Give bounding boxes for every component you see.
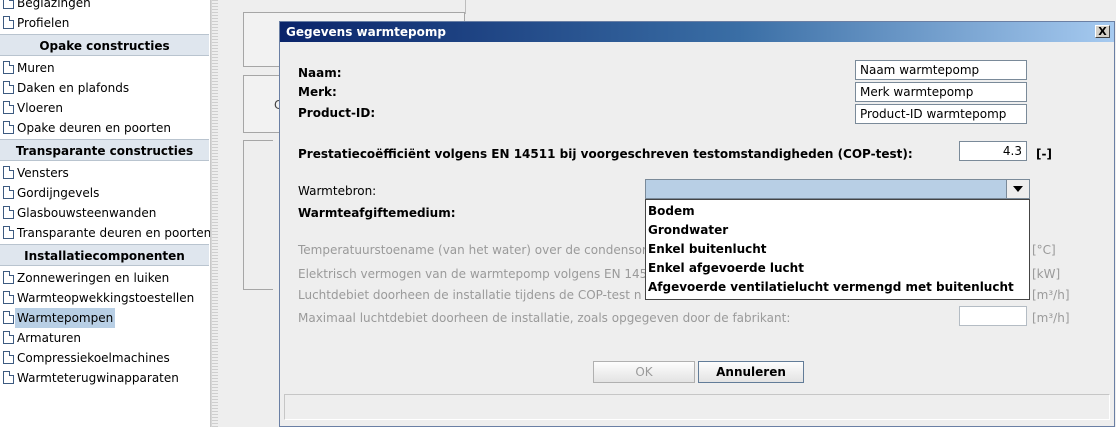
document-icon [3, 206, 14, 219]
cop-unit: [-] [1036, 147, 1052, 161]
sidebar-item[interactable]: Warmteopwekkingstoestellen [0, 288, 210, 308]
warmtepomp-dialog: Gegevens warmtepomp X Naam: Naam warmtep… [279, 21, 1115, 427]
sidebar-item-label: Gordijngevels [17, 186, 100, 200]
dialog-title: Gegevens warmtepomp [286, 25, 446, 39]
sidebar-section-header[interactable]: Opake constructies [0, 34, 209, 56]
sidebar-item[interactable]: Compressiekoelmachines [0, 348, 210, 368]
close-icon: X [1098, 25, 1107, 38]
dropdown-option-bodem[interactable]: Bodem [648, 202, 695, 221]
sidebar-section-header[interactable]: Installatiecomponenten [0, 244, 209, 266]
sidebar-item[interactable]: Transparante deuren en poorten [0, 223, 210, 243]
sidebar-item[interactable]: Profielen [0, 13, 210, 33]
maximaal-luchtdebiet-unit: [m³/h] [1032, 311, 1070, 325]
document-icon [3, 226, 14, 239]
sidebar-item-label: Compressiekoelmachines [17, 351, 170, 365]
dropdown-option-grondwater[interactable]: Grondwater [648, 221, 728, 240]
document-icon [3, 311, 14, 324]
ok-button[interactable]: OK [593, 361, 695, 383]
document-icon [3, 166, 14, 179]
maximaal-luchtdebiet-label: Maximaal luchtdebiet doorheen de install… [298, 311, 791, 325]
merk-label: Merk: [298, 85, 337, 99]
sidebar-item-label: Vensters [17, 166, 69, 180]
sidebar-item[interactable]: Beglazingen [0, 0, 210, 13]
sidebar-item[interactable]: Warmteterugwinapparaten [0, 368, 210, 388]
document-icon [3, 351, 14, 364]
sidebar-item-label: Warmteopwekkingstoestellen [17, 291, 195, 305]
document-icon [3, 61, 14, 74]
cop-field[interactable]: 4.3 [959, 141, 1027, 161]
sidebar-item[interactable]: Opake deuren en poorten [0, 118, 210, 138]
background-divider [465, 0, 466, 14]
temperatuurstoename-unit: [°C] [1032, 243, 1056, 257]
sidebar-item[interactable]: Gordijngevels [0, 183, 210, 203]
temperatuurstoename-label: Temperatuurstoename (van het water) over… [298, 243, 647, 257]
sidebar-item-label: Opake deuren en poorten [17, 121, 171, 135]
sidebar-item[interactable]: Daken en plafonds [0, 78, 210, 98]
document-icon [3, 0, 14, 9]
sidebar-item-label: Transparante deuren en poorten [17, 226, 211, 240]
cop-label: Prestatiecoëfficiënt volgens EN 14511 bi… [298, 147, 913, 161]
document-icon [3, 81, 14, 94]
sidebar-item-label: Warmteterugwinapparaten [17, 371, 179, 385]
document-icon [3, 186, 14, 199]
naam-label: Naam: [298, 66, 342, 80]
sidebar-tree: Beglazingen Profielen Opake constructies Mu… [0, 0, 211, 427]
document-icon [3, 101, 14, 114]
sidebar-item-label: Vloeren [17, 101, 63, 115]
sidebar-item[interactable]: Muren [0, 58, 210, 78]
sidebar-item-label: Beglazingen [17, 0, 91, 10]
warmtebron-combobox[interactable] [645, 179, 1030, 199]
sidebar-item[interactable]: Vloeren [0, 98, 210, 118]
dialog-status-strip [284, 394, 1110, 420]
merk-field[interactable]: Merk warmtepomp [855, 82, 1027, 102]
sidebar-item-label: Zonneweringen en luiken [17, 271, 170, 285]
product-id-field[interactable]: Product-ID warmtepomp [855, 104, 1027, 124]
luchtdebiet-label: Luchtdebiet doorheen de installatie tijd… [298, 288, 642, 302]
document-icon [3, 16, 14, 29]
maximaal-luchtdebiet-field[interactable] [959, 306, 1027, 326]
elektrisch-vermogen-label: Elektrisch vermogen van de warmtepomp vo… [298, 267, 663, 281]
sidebar-section-header[interactable]: Transparante constructies [0, 139, 209, 161]
sidebar-item[interactable]: Glasbouwsteenwanden [0, 203, 210, 223]
sidebar-item[interactable]: Warmtepompen [0, 308, 210, 328]
chevron-down-icon[interactable] [1006, 180, 1029, 198]
naam-field[interactable]: Naam warmtepomp [855, 60, 1027, 80]
sidebar-item[interactable]: Zonneweringen en luiken [0, 268, 210, 288]
split-pane-divider[interactable] [211, 0, 218, 427]
dropdown-option-enkel-afgevoerde-lucht[interactable]: Enkel afgevoerde lucht [648, 259, 804, 278]
sidebar-item-label: Profielen [17, 16, 70, 30]
sidebar-item-label: Daken en plafonds [17, 81, 130, 95]
luchtdebiet-unit: [m³/h] [1032, 288, 1070, 302]
background-panel [243, 140, 273, 290]
close-button[interactable]: X [1095, 25, 1110, 38]
dialog-titlebar[interactable]: Gegevens warmtepomp X [280, 22, 1114, 42]
sidebar-item[interactable]: Vensters [0, 163, 210, 183]
sidebar-item-label: Armaturen [17, 331, 81, 345]
warmteafgifte-label: Warmteafgiftemedium: [298, 206, 456, 220]
warmtebron-dropdown-list[interactable]: Bodem Grondwater Enkel buitenlucht Enkel… [645, 199, 1030, 300]
elektrisch-vermogen-unit: [kW] [1032, 267, 1061, 281]
dropdown-option-enkel-buitenlucht[interactable]: Enkel buitenlucht [648, 240, 767, 259]
document-icon [3, 291, 14, 304]
document-icon [3, 271, 14, 284]
sidebar-item-label: Glasbouwsteenwanden [17, 206, 157, 220]
document-icon [3, 121, 14, 134]
sidebar-item-label: Warmtepompen [15, 308, 116, 328]
document-icon [3, 371, 14, 384]
dropdown-option-afgevoerde-ventilatielucht[interactable]: Afgevoerde ventilatielucht vermengd met … [648, 278, 1014, 297]
background-panel-button[interactable]: C [243, 75, 283, 133]
product-id-label: Product-ID: [298, 106, 376, 120]
document-icon [3, 331, 14, 344]
sidebar-item[interactable]: Armaturen [0, 328, 210, 348]
sidebar-item-label: Muren [17, 61, 55, 75]
cancel-button[interactable]: Annuleren [698, 361, 804, 383]
warmtebron-label: Warmtebron: [298, 184, 377, 198]
